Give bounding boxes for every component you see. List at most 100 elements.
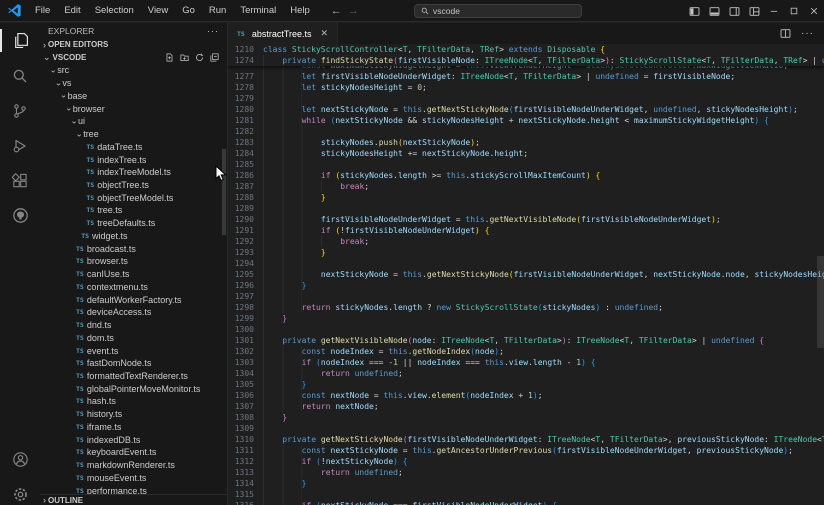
close-window-icon[interactable] [804, 0, 824, 22]
line-number[interactable]: 1286 [228, 170, 263, 181]
tree-item-event-ts[interactable]: TSevent.ts [40, 344, 227, 357]
line-number[interactable]: 1282 [228, 126, 263, 137]
line-number[interactable]: 1291 [228, 225, 263, 236]
code-line[interactable]: 1292break; [228, 236, 824, 247]
tree-item-tree[interactable]: ⌄tree [40, 128, 227, 141]
line-number[interactable]: 1309 [228, 423, 263, 434]
code-line[interactable]: 1304return undefined; [228, 368, 824, 379]
source-control-icon[interactable] [0, 93, 40, 128]
code-line[interactable]: 1274private findStickyState(firstVisible… [228, 55, 824, 66]
code-line[interactable]: 1301private getNextVisibleNode(node: ITr… [228, 335, 824, 346]
split-editor-icon[interactable] [780, 28, 791, 39]
back-arrow-icon[interactable]: ← [331, 5, 342, 17]
code-line[interactable]: 1313return undefined; [228, 467, 824, 478]
code-line[interactable]: 1303if (nodeIndex === -1 || nodeIndex ==… [228, 357, 824, 368]
tree-item-keyboardEvent-ts[interactable]: TSkeyboardEvent.ts [40, 446, 227, 459]
code-line[interactable]: 1279 [228, 93, 824, 104]
refresh-icon[interactable] [195, 53, 204, 62]
tree-item-widget-ts[interactable]: TSwidget.ts [40, 230, 227, 243]
line-number[interactable]: 1315 [228, 489, 263, 500]
tree-item-indexTreeModel-ts[interactable]: TSindexTreeModel.ts [40, 166, 227, 179]
line-number[interactable]: 1310 [228, 434, 263, 445]
tree-item-base[interactable]: ⌄base [40, 89, 227, 102]
code-line[interactable]: 1300 [228, 324, 824, 335]
accounts-icon[interactable] [0, 442, 40, 477]
code-line[interactable]: 1315 [228, 489, 824, 500]
tree-item-treeDefaults-ts[interactable]: TStreeDefaults.ts [40, 217, 227, 230]
tree-item-tree-ts[interactable]: TStree.ts [40, 204, 227, 217]
menu-go[interactable]: Go [175, 0, 202, 22]
tree-item-mouseEvent-ts[interactable]: TSmouseEvent.ts [40, 472, 227, 485]
tree-item-dnd-ts[interactable]: TSdnd.ts [40, 319, 227, 332]
line-number[interactable]: 1284 [228, 148, 263, 159]
code-line[interactable]: 1282 [228, 126, 824, 137]
more-actions-icon[interactable]: ··· [801, 28, 814, 39]
code-line[interactable]: 1302const nodeIndex = this.getNodeIndex(… [228, 346, 824, 357]
new-file-icon[interactable] [165, 53, 174, 62]
search-sidebar-icon[interactable] [0, 58, 40, 93]
code-line[interactable]: 1314} [228, 478, 824, 489]
menu-terminal[interactable]: Terminal [233, 0, 283, 22]
code-line[interactable]: 1305} [228, 379, 824, 390]
github-icon[interactable] [0, 198, 40, 233]
line-number[interactable] [228, 66, 263, 71]
line-number[interactable]: 1301 [228, 335, 263, 346]
tree-item-fastDomNode-ts[interactable]: TSfastDomNode.ts [40, 357, 227, 370]
tab-abstracttree[interactable]: TS abstractTree.ts ✕ [228, 23, 338, 44]
minimize-icon[interactable] [764, 0, 784, 22]
toggle-secondary-sidebar-icon[interactable] [724, 0, 744, 22]
code-line[interactable]: 1316if (nextStickyNode === firstVisibleN… [228, 500, 824, 505]
line-number[interactable]: 1279 [228, 93, 263, 104]
line-number[interactable]: 1283 [228, 137, 263, 148]
tree-item-objectTreeModel-ts[interactable]: TSobjectTreeModel.ts [40, 191, 227, 204]
customize-layout-icon[interactable] [744, 0, 764, 22]
line-number[interactable]: 1313 [228, 467, 263, 478]
toggle-panel-icon[interactable] [704, 0, 724, 22]
tree-item-hash-ts[interactable]: TShash.ts [40, 395, 227, 408]
code-line[interactable]: const maximumStickyWidgetHeight = this.v… [228, 66, 824, 71]
line-number[interactable]: 1297 [228, 291, 263, 302]
settings-gear-icon[interactable] [0, 477, 40, 505]
code-line[interactable]: 1311const nextStickyNode = this.getAnces… [228, 445, 824, 456]
tree-item-globalPointerMoveMonitor-ts[interactable]: TSglobalPointerMoveMonitor.ts [40, 382, 227, 395]
menu-run[interactable]: Run [202, 0, 233, 22]
line-number[interactable]: 1294 [228, 258, 263, 269]
line-number[interactable]: 1299 [228, 313, 263, 324]
code-line[interactable]: 1288} [228, 192, 824, 203]
line-number[interactable]: 1303 [228, 357, 263, 368]
line-number[interactable]: 1295 [228, 269, 263, 280]
code-line[interactable]: 1294 [228, 258, 824, 269]
close-tab-icon[interactable]: ✕ [321, 28, 329, 39]
line-number[interactable]: 1311 [228, 445, 263, 456]
code-line[interactable]: 1293} [228, 247, 824, 258]
tree-item-defaultWorkerFactory-ts[interactable]: TSdefaultWorkerFactory.ts [40, 293, 227, 306]
line-number[interactable]: 1305 [228, 379, 263, 390]
code-line[interactable]: 1310private getNextStickyNode(firstVisib… [228, 434, 824, 445]
explorer-icon[interactable] [0, 23, 40, 58]
code-line[interactable]: 1210class StickyScrollController<T, TFil… [228, 44, 824, 55]
maximize-icon[interactable] [784, 0, 804, 22]
line-number[interactable]: 1298 [228, 302, 263, 313]
line-number[interactable]: 1289 [228, 203, 263, 214]
line-number[interactable]: 1304 [228, 368, 263, 379]
editor-scrollbar[interactable] [816, 44, 824, 505]
command-center-search[interactable]: vscode [414, 4, 582, 18]
code-line[interactable]: 1283stickyNodes.push(nextStickyNode); [228, 137, 824, 148]
line-number[interactable]: 1316 [228, 500, 263, 505]
tree-item-iframe-ts[interactable]: TSiframe.ts [40, 421, 227, 434]
line-number[interactable]: 1302 [228, 346, 263, 357]
line-number[interactable]: 1210 [228, 44, 263, 55]
tree-item-canIUse-ts[interactable]: TScanIUse.ts [40, 268, 227, 281]
line-number[interactable]: 1314 [228, 478, 263, 489]
code-line[interactable]: 1289 [228, 203, 824, 214]
forward-arrow-icon[interactable]: → [348, 5, 359, 17]
code-line[interactable]: 1299} [228, 313, 824, 324]
line-number[interactable]: 1274 [228, 55, 263, 66]
line-number[interactable]: 1277 [228, 71, 263, 82]
line-number[interactable]: 1288 [228, 192, 263, 203]
editor-scrollbar-thumb[interactable] [817, 256, 824, 348]
tree-item-objectTree-ts[interactable]: TSobjectTree.ts [40, 179, 227, 192]
sidebar-scrollbar[interactable] [222, 149, 226, 235]
outline-section[interactable]: › OUTLINE [40, 494, 227, 505]
tree-item-history-ts[interactable]: TShistory.ts [40, 408, 227, 421]
